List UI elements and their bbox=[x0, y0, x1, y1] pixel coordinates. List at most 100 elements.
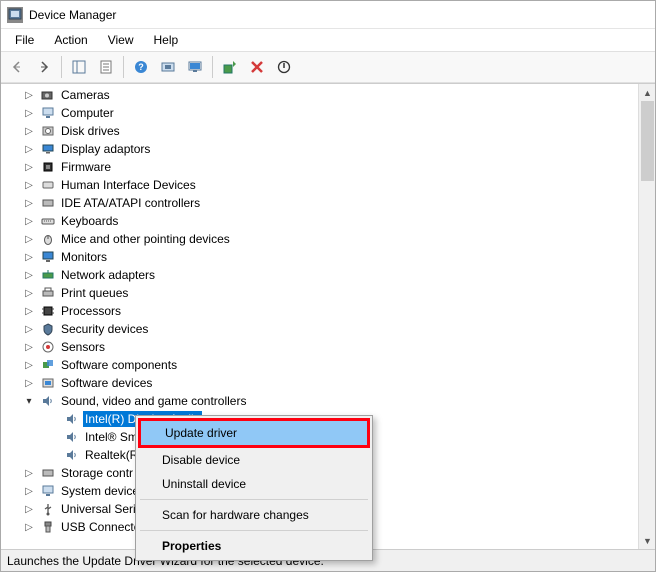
tree-item-print-queues[interactable]: ▷Print queues bbox=[1, 284, 655, 302]
help-button[interactable]: ? bbox=[129, 55, 153, 79]
processor-icon bbox=[40, 303, 56, 319]
expand-icon[interactable]: ▷ bbox=[21, 285, 37, 301]
menu-update-driver[interactable]: Update driver bbox=[141, 421, 367, 445]
firmware-icon bbox=[40, 159, 56, 175]
tree-item-firmware[interactable]: ▷Firmware bbox=[1, 158, 655, 176]
back-button[interactable] bbox=[5, 55, 29, 79]
system-icon bbox=[40, 483, 56, 499]
expand-icon[interactable]: ▷ bbox=[21, 87, 37, 103]
expand-icon[interactable]: ▷ bbox=[21, 519, 37, 535]
usb-connector-icon bbox=[40, 519, 56, 535]
svg-text:?: ? bbox=[138, 62, 144, 72]
toolbar-separator bbox=[61, 56, 62, 78]
toolbar: ? bbox=[1, 51, 655, 83]
menu-uninstall-device[interactable]: Uninstall device bbox=[138, 472, 370, 496]
menu-action[interactable]: Action bbox=[44, 31, 97, 49]
monitor-icon bbox=[40, 249, 56, 265]
expand-icon[interactable]: ▷ bbox=[21, 501, 37, 517]
tree-item-ide[interactable]: ▷IDE ATA/ATAPI controllers bbox=[1, 194, 655, 212]
menu-separator bbox=[140, 530, 368, 531]
ide-icon bbox=[40, 195, 56, 211]
vertical-scrollbar[interactable]: ▲ ▼ bbox=[638, 84, 655, 549]
tree-item-security[interactable]: ▷Security devices bbox=[1, 320, 655, 338]
expand-icon[interactable]: ▷ bbox=[21, 375, 37, 391]
mouse-icon bbox=[40, 231, 56, 247]
sound-icon bbox=[64, 447, 80, 463]
tree-item-software-devices[interactable]: ▷Software devices bbox=[1, 374, 655, 392]
tree-item-hid[interactable]: ▷Human Interface Devices bbox=[1, 176, 655, 194]
tree-item-keyboards[interactable]: ▷Keyboards bbox=[1, 212, 655, 230]
menu-scan-hardware[interactable]: Scan for hardware changes bbox=[138, 503, 370, 527]
hid-icon bbox=[40, 177, 56, 193]
menu-help[interactable]: Help bbox=[144, 31, 189, 49]
sound-icon bbox=[64, 429, 80, 445]
expand-icon[interactable]: ▷ bbox=[21, 249, 37, 265]
expand-icon[interactable]: ▷ bbox=[21, 213, 37, 229]
expand-icon[interactable]: ▷ bbox=[21, 303, 37, 319]
display-icon bbox=[40, 141, 56, 157]
expand-icon[interactable]: ▷ bbox=[21, 465, 37, 481]
sound-icon bbox=[40, 393, 56, 409]
computer-icon bbox=[40, 105, 56, 121]
menubar: File Action View Help bbox=[1, 29, 655, 51]
tree-item-display-adaptors[interactable]: ▷Display adaptors bbox=[1, 140, 655, 158]
forward-button[interactable] bbox=[32, 55, 56, 79]
expand-icon[interactable]: ▷ bbox=[21, 105, 37, 121]
tree-item-mice[interactable]: ▷Mice and other pointing devices bbox=[1, 230, 655, 248]
properties-button[interactable] bbox=[94, 55, 118, 79]
disk-icon bbox=[40, 123, 56, 139]
context-menu: Update driver Disable device Uninstall d… bbox=[135, 415, 373, 561]
uninstall-button[interactable] bbox=[245, 55, 269, 79]
software-device-icon bbox=[40, 375, 56, 391]
tree-item-sensors[interactable]: ▷Sensors bbox=[1, 338, 655, 356]
security-icon bbox=[40, 321, 56, 337]
expand-icon[interactable]: ▷ bbox=[21, 195, 37, 211]
scroll-down-button[interactable]: ▼ bbox=[639, 532, 655, 549]
keyboard-icon bbox=[40, 213, 56, 229]
window-title: Device Manager bbox=[29, 8, 116, 22]
tree-item-cameras[interactable]: ▷Cameras bbox=[1, 86, 655, 104]
tree-item-software-components[interactable]: ▷Software components bbox=[1, 356, 655, 374]
usb-icon bbox=[40, 501, 56, 517]
tree-item-processors[interactable]: ▷Processors bbox=[1, 302, 655, 320]
expand-icon[interactable]: ▷ bbox=[21, 357, 37, 373]
software-component-icon bbox=[40, 357, 56, 373]
expand-icon[interactable]: ▷ bbox=[21, 177, 37, 193]
tree-item-monitors[interactable]: ▷Monitors bbox=[1, 248, 655, 266]
menu-file[interactable]: File bbox=[5, 31, 44, 49]
network-icon bbox=[40, 267, 56, 283]
toolbar-separator bbox=[123, 56, 124, 78]
expand-icon[interactable]: ▷ bbox=[21, 123, 37, 139]
camera-icon bbox=[40, 87, 56, 103]
tree-item-computer[interactable]: ▷Computer bbox=[1, 104, 655, 122]
monitor-button[interactable] bbox=[183, 55, 207, 79]
update-driver-button[interactable] bbox=[218, 55, 242, 79]
printer-icon bbox=[40, 285, 56, 301]
expand-icon[interactable]: ▷ bbox=[21, 267, 37, 283]
disable-button[interactable] bbox=[272, 55, 296, 79]
show-hide-tree-button[interactable] bbox=[67, 55, 91, 79]
scroll-up-button[interactable]: ▲ bbox=[639, 84, 655, 101]
app-icon bbox=[7, 7, 23, 23]
menu-properties[interactable]: Properties bbox=[138, 534, 370, 558]
scroll-thumb[interactable] bbox=[641, 101, 654, 181]
scan-hardware-button[interactable] bbox=[156, 55, 180, 79]
sound-icon bbox=[64, 411, 80, 427]
collapse-icon[interactable]: ▾ bbox=[21, 393, 37, 409]
menu-view[interactable]: View bbox=[98, 31, 144, 49]
expand-icon[interactable]: ▷ bbox=[21, 339, 37, 355]
titlebar: Device Manager bbox=[1, 1, 655, 29]
menu-disable-device[interactable]: Disable device bbox=[138, 448, 370, 472]
expand-icon[interactable]: ▷ bbox=[21, 141, 37, 157]
highlighted-menu-item-wrap: Update driver bbox=[138, 418, 370, 448]
expand-icon[interactable]: ▷ bbox=[21, 483, 37, 499]
expand-icon[interactable]: ▷ bbox=[21, 321, 37, 337]
toolbar-separator bbox=[212, 56, 213, 78]
expand-icon[interactable]: ▷ bbox=[21, 231, 37, 247]
tree-item-network[interactable]: ▷Network adapters bbox=[1, 266, 655, 284]
sensor-icon bbox=[40, 339, 56, 355]
tree-item-disk-drives[interactable]: ▷Disk drives bbox=[1, 122, 655, 140]
storage-icon bbox=[40, 465, 56, 481]
tree-item-sound[interactable]: ▾Sound, video and game controllers bbox=[1, 392, 655, 410]
expand-icon[interactable]: ▷ bbox=[21, 159, 37, 175]
